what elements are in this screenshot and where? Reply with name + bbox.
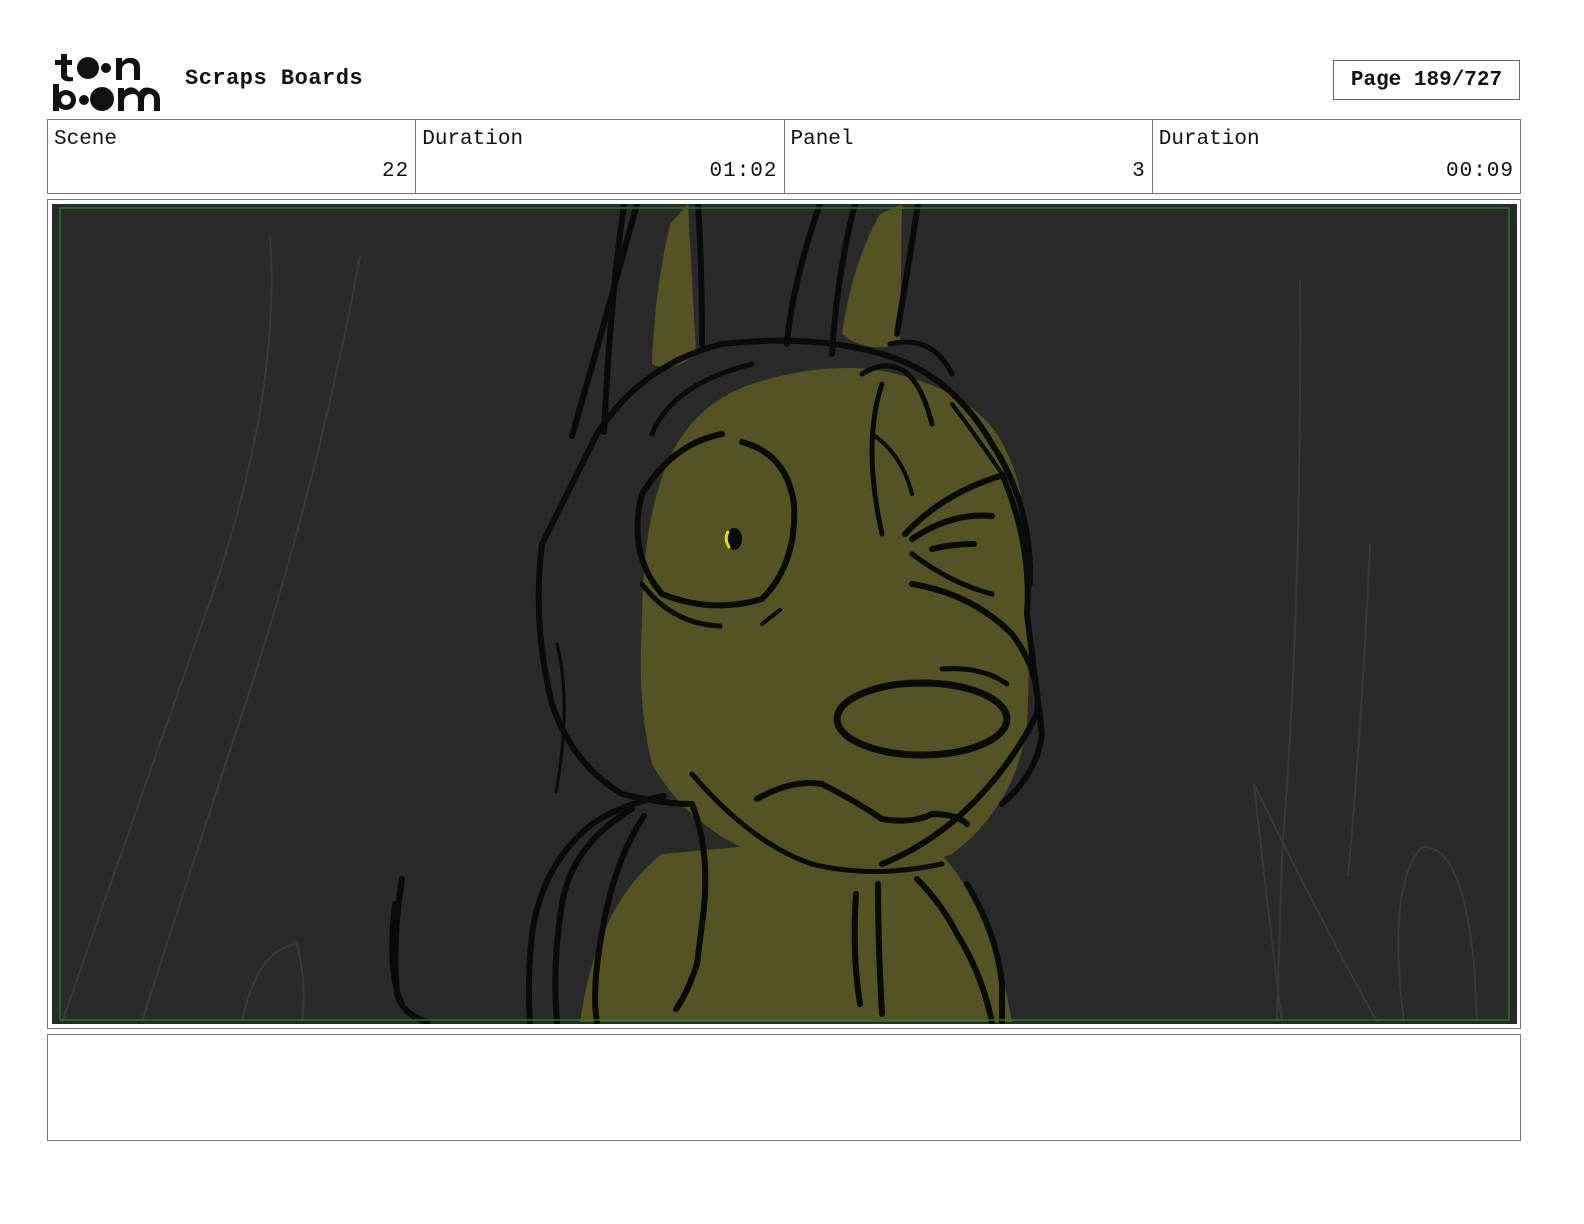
scene-label: Scene (54, 128, 118, 151)
page-label: Page 189/727 (1350, 68, 1503, 92)
panel-notes (47, 1034, 1521, 1141)
character-body-fill (580, 844, 1012, 1022)
panel-duration-cell: Duration 00:09 (1153, 120, 1520, 193)
scene-duration-value: 01:02 (709, 160, 778, 183)
scene-value: 22 (382, 160, 410, 183)
scene-duration-cell: Duration 01:02 (416, 120, 785, 193)
scene-duration-label: Duration (422, 128, 524, 151)
panel-image (52, 204, 1517, 1024)
scene-cell: Scene 22 (48, 120, 417, 193)
panel-cell: Panel 3 (785, 120, 1153, 193)
project-title: Scraps Boards (185, 66, 364, 91)
panel-duration-value: 00:09 (1445, 160, 1514, 183)
panel-duration-label: Duration (1158, 128, 1260, 151)
panel-value: 3 (1132, 160, 1146, 183)
toon-boom-logo-icon (53, 54, 160, 111)
toon-boom-logo (52, 50, 164, 112)
storyboard-sketch (52, 204, 1517, 1024)
panel-label: Panel (790, 128, 854, 151)
panel-info-table: Scene 22 Duration 01:02 Panel 3 Duration… (47, 119, 1521, 194)
page-indicator: Page 189/727 (1333, 60, 1520, 100)
